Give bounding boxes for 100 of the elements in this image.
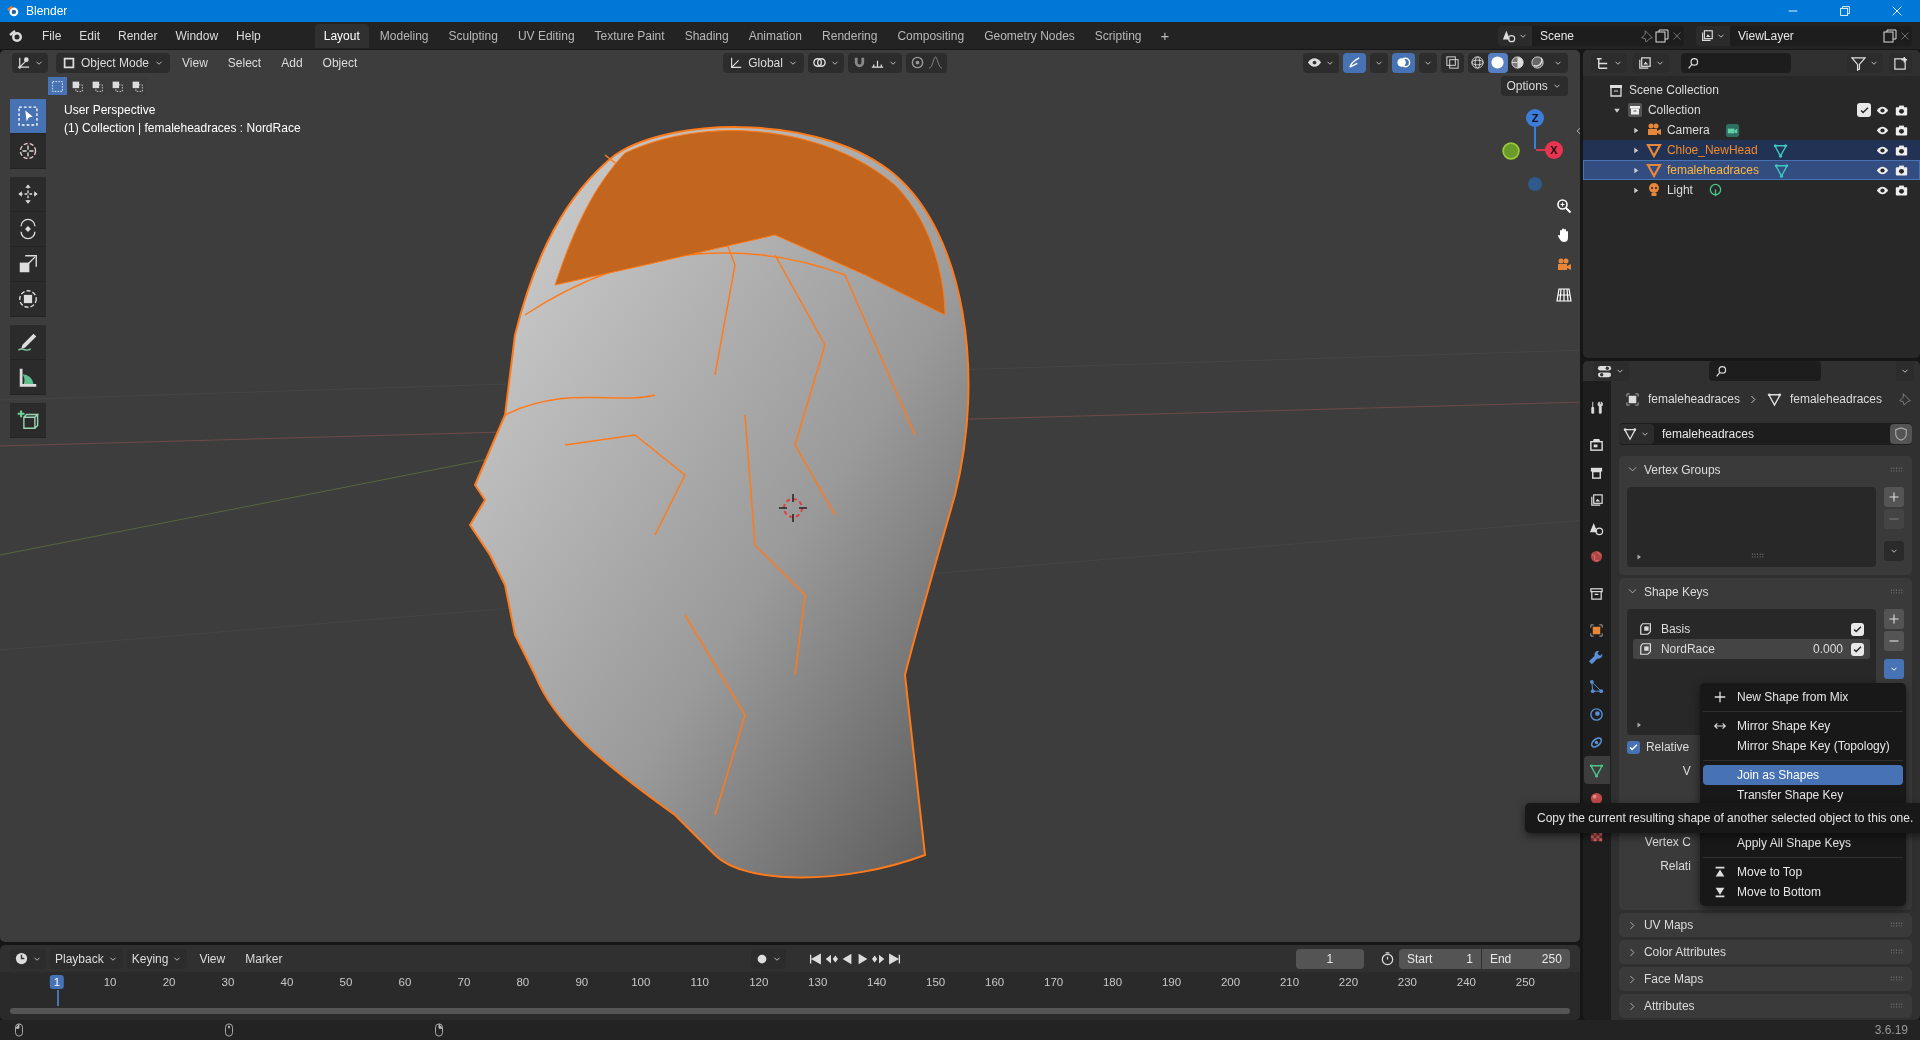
workspace-tab[interactable]: Sculpting bbox=[439, 23, 507, 48]
frame-number: 70 bbox=[456, 975, 472, 989]
shape-key-name: Basis bbox=[1660, 622, 1691, 636]
frame-number: 140 bbox=[866, 975, 888, 989]
end-label: End bbox=[1489, 951, 1512, 966]
outliner-row[interactable]: Scene Collection bbox=[1582, 80, 1920, 100]
frame-number: 250 bbox=[1514, 975, 1536, 989]
workspace-tab[interactable]: Scripting bbox=[1085, 23, 1151, 48]
frame-number: 230 bbox=[1396, 975, 1418, 989]
end-value: 250 bbox=[1541, 951, 1562, 966]
frame-number[interactable]: 1 bbox=[49, 975, 65, 989]
frame-number: 170 bbox=[1043, 975, 1065, 989]
outliner-row[interactable]: femaleheadraces bbox=[1582, 160, 1920, 180]
workspace-tab[interactable]: Rendering bbox=[813, 23, 887, 48]
panel-header[interactable]: Color Attributes bbox=[1618, 940, 1912, 964]
shape-key-row[interactable]: Basis bbox=[1632, 619, 1870, 639]
orientation-dropdown[interactable]: Global bbox=[723, 52, 804, 73]
workspace-tab[interactable]: Modeling bbox=[370, 23, 438, 48]
menu-item[interactable]: Add bbox=[273, 51, 311, 74]
current-frame-field[interactable]: 1 bbox=[1295, 948, 1364, 969]
outliner-item-label: Collection bbox=[1647, 103, 1701, 117]
playback-dropdown[interactable]: Playback bbox=[50, 948, 123, 969]
workspace-tab[interactable]: Animation bbox=[739, 23, 812, 48]
menu-item[interactable]: Move to Top bbox=[1703, 862, 1903, 882]
viewport-info-text: (1) Collection | femaleheadraces : NordRace bbox=[64, 121, 301, 135]
frame-number: 180 bbox=[1101, 975, 1124, 989]
start-label: Start bbox=[1406, 951, 1433, 966]
panel-header[interactable]: Attributes bbox=[1618, 994, 1912, 1018]
end-frame-field[interactable]: End 250 bbox=[1481, 948, 1570, 969]
shape-key-row[interactable]: NordRace 0.000 bbox=[1632, 639, 1870, 659]
frame-number: 200 bbox=[1219, 975, 1242, 989]
outliner-item-label: Scene Collection bbox=[1628, 83, 1719, 97]
shape-key-value[interactable]: 0.000 bbox=[1812, 642, 1843, 656]
frame-number: 160 bbox=[984, 975, 1006, 989]
frame-number: 40 bbox=[279, 975, 295, 989]
panel-header[interactable]: Face Maps bbox=[1618, 967, 1912, 991]
menu-item[interactable]: Mirror Shape Key (Topology) bbox=[1703, 736, 1903, 756]
menu-item[interactable]: Render bbox=[110, 24, 166, 47]
panel-header[interactable]: Shape Keys bbox=[1618, 578, 1912, 605]
start-value: 1 bbox=[1466, 951, 1473, 966]
frame-number: 150 bbox=[925, 975, 947, 989]
frame-number: 120 bbox=[748, 975, 770, 989]
breadcrumb-item: femaleheadraces bbox=[1789, 392, 1882, 406]
menu-item[interactable]: Object bbox=[314, 51, 366, 74]
breadcrumb-item: femaleheadraces bbox=[1647, 392, 1740, 406]
outliner-row[interactable]: Camera bbox=[1582, 120, 1920, 140]
shape-key-name: NordRace bbox=[1660, 642, 1715, 656]
keying-dropdown[interactable]: Keying bbox=[126, 948, 188, 969]
workspace-tab[interactable]: UV Editing bbox=[508, 23, 584, 48]
outliner-row[interactable]: Chloe_NewHead bbox=[1582, 140, 1920, 160]
outliner-item-label: femaleheadraces bbox=[1666, 163, 1759, 177]
menu-item[interactable]: Apply All Shape Keys bbox=[1703, 833, 1903, 853]
workspace-tab[interactable]: Shading bbox=[675, 23, 738, 48]
add-workspace-button[interactable]: + bbox=[1152, 23, 1178, 48]
frame-number: 20 bbox=[161, 975, 177, 989]
menu-item[interactable]: Edit bbox=[71, 24, 109, 47]
frame-number: 80 bbox=[515, 975, 531, 989]
property-label: Vertex C bbox=[1644, 835, 1691, 849]
outliner-row[interactable]: Light bbox=[1582, 180, 1920, 200]
frame-number: 220 bbox=[1337, 975, 1360, 989]
frame-number: 240 bbox=[1455, 975, 1477, 989]
menu-item[interactable]: File bbox=[34, 24, 70, 47]
workspace-tab[interactable]: Geometry Nodes bbox=[975, 23, 1084, 48]
x-axis-handle[interactable]: X bbox=[1545, 141, 1563, 159]
property-label: V bbox=[1682, 764, 1691, 778]
outliner-item-label: Chloe_NewHead bbox=[1666, 143, 1758, 157]
frame-number: 110 bbox=[689, 975, 710, 989]
frame-number: 90 bbox=[574, 975, 590, 989]
menu-item[interactable]: Window bbox=[167, 24, 227, 47]
outliner-item-label: Camera bbox=[1666, 123, 1710, 137]
mode-dropdown[interactable]: Object Mode bbox=[56, 52, 171, 73]
menu-item[interactable]: View bbox=[191, 947, 234, 970]
start-frame-field[interactable]: Start 1 bbox=[1398, 948, 1481, 969]
z-axis-handle[interactable]: Z bbox=[1526, 109, 1544, 127]
menu-item[interactable]: Join as Shapes bbox=[1703, 765, 1903, 785]
menu-item[interactable]: Move to Bottom bbox=[1703, 882, 1903, 902]
outliner-item-label: Light bbox=[1666, 183, 1693, 197]
menu-item[interactable]: Help bbox=[228, 24, 269, 47]
workspace-tab[interactable]: Texture Paint bbox=[585, 23, 674, 48]
property-label: Relati bbox=[1660, 859, 1691, 873]
options-dropdown[interactable]: Options bbox=[1500, 76, 1568, 96]
menu-item[interactable]: View bbox=[174, 51, 216, 74]
frame-number: 50 bbox=[338, 975, 354, 989]
frame-number: 10 bbox=[102, 975, 118, 989]
menu-item[interactable]: Transfer Shape Key bbox=[1703, 785, 1903, 805]
panel-header[interactable]: UV Maps bbox=[1618, 913, 1912, 937]
workspace-tab[interactable]: Compositing bbox=[888, 23, 974, 48]
frame-number: 210 bbox=[1278, 975, 1301, 989]
outliner-row[interactable]: Collection bbox=[1582, 100, 1920, 120]
menu-item[interactable]: Marker bbox=[237, 947, 291, 970]
window-title: Blender bbox=[26, 4, 68, 18]
frame-number: 100 bbox=[630, 975, 652, 989]
relative-label: Relative bbox=[1645, 740, 1690, 754]
frame-number: 130 bbox=[807, 975, 829, 989]
tooltip: Copy the current resulting shape of another selected object to this one. bbox=[1525, 803, 1920, 833]
menu-item[interactable]: Select bbox=[219, 51, 270, 74]
workspace-tab[interactable]: Layout bbox=[314, 23, 369, 48]
frame-number: 60 bbox=[397, 975, 413, 989]
frame-number: 190 bbox=[1160, 975, 1183, 989]
version-text: 3.6.19 bbox=[1874, 1023, 1908, 1037]
